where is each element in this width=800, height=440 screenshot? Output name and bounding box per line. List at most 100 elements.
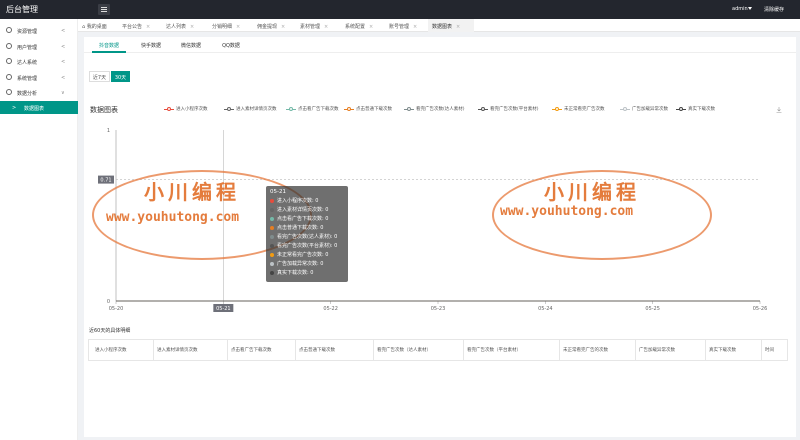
table-column-divider bbox=[373, 340, 374, 360]
folder-icon bbox=[6, 27, 12, 33]
table-column-divider bbox=[635, 340, 636, 360]
tab-withdraw[interactable]: 佣金提现 × bbox=[257, 19, 301, 32]
sidebar-item-system[interactable]: 系统管理 < bbox=[0, 71, 78, 84]
tab-materials[interactable]: 素材管理 × bbox=[300, 19, 344, 32]
tooltip-row-label: 广告加载异常次数: 0 bbox=[277, 261, 324, 267]
app-title: 后台管理 bbox=[6, 5, 38, 14]
watermark-text-cn: 小川编程 bbox=[144, 180, 240, 204]
watermark-text-en: www.youhutong.com bbox=[106, 210, 240, 225]
close-icon[interactable]: × bbox=[413, 24, 417, 30]
download-icon[interactable] bbox=[776, 107, 782, 113]
watermark-text-cn: 小川编程 bbox=[544, 180, 640, 204]
legend-label: 进入素材详情页次数 bbox=[236, 107, 277, 112]
series-color-dot bbox=[270, 253, 274, 257]
tab-wechat[interactable]: 微信数据 bbox=[176, 37, 206, 53]
range-7-days-button[interactable]: 近7天 bbox=[89, 71, 110, 82]
tooltip-row: 真实下载次数: 0 bbox=[270, 269, 344, 278]
close-icon[interactable]: × bbox=[456, 24, 460, 30]
close-icon[interactable]: × bbox=[236, 24, 240, 30]
tab-system-config[interactable]: 系统配置 × bbox=[345, 19, 389, 32]
chevron-left-icon: < bbox=[61, 28, 66, 34]
tab-qq[interactable]: QQ数据 bbox=[216, 37, 246, 53]
x-tick-label: 05-24 bbox=[538, 306, 553, 312]
sidebar-item-label: 达人系统 bbox=[17, 60, 38, 66]
sidebar-item-label: 资源管理 bbox=[17, 29, 38, 35]
user-icon bbox=[6, 58, 12, 64]
close-icon[interactable]: × bbox=[281, 24, 285, 30]
chart-tooltip: 05-21 进入小程序次数: 0 进入素材详情页次数: 0 点击看广告下载次数: 0… bbox=[266, 186, 348, 282]
tooltip-row: 点击看广告下载次数: 0 bbox=[270, 215, 344, 224]
hamburger-icon-line bbox=[101, 9, 107, 10]
tooltip-date: 05-21 bbox=[270, 189, 286, 195]
sidebar-item-label: 用户管理 bbox=[17, 45, 38, 51]
close-icon[interactable]: × bbox=[369, 24, 373, 30]
y-tick-label: 0 bbox=[107, 299, 110, 305]
series-color-dot bbox=[270, 226, 274, 230]
legend-label: 看完广告次数(平台素材) bbox=[490, 107, 539, 112]
platform-tabs: 抖音数据 快手数据 微信数据 QQ数据 bbox=[84, 37, 796, 53]
tab-desktop[interactable]: ⌂ 我的桌面 bbox=[82, 19, 122, 32]
table-header-cell: 未正常看完广告的次数 bbox=[563, 348, 608, 353]
home-icon: ⌂ bbox=[82, 24, 86, 30]
sidebar-item-analytics[interactable]: 数据分析 ∨ bbox=[0, 86, 78, 99]
sidebar-item-talent[interactable]: 达人系统 < bbox=[0, 55, 78, 68]
user-menu[interactable]: admin bbox=[732, 6, 748, 12]
sidebar-item-users[interactable]: 用户管理 < bbox=[0, 40, 78, 53]
sidebar-item-label: 数据分析 bbox=[17, 91, 38, 97]
table-header-cell: 看完广告次数（达人素材） bbox=[377, 348, 431, 353]
legend-marker bbox=[407, 107, 411, 111]
chevron-left-icon: < bbox=[61, 44, 66, 50]
tab-label: 我的桌面 bbox=[86, 24, 107, 30]
tab-label: 系统配置 bbox=[345, 24, 366, 30]
chevron-left-icon: < bbox=[61, 75, 66, 81]
legend-label: 看完广告次数(达人素材) bbox=[416, 107, 465, 112]
top-bar: 后台管理 admin 清除缓存 bbox=[0, 0, 800, 19]
x-tick-label: 05-25 bbox=[645, 306, 660, 312]
legend-label: 广告加载异常次数 bbox=[632, 107, 668, 112]
legend-label: 点击看广告下载次数 bbox=[298, 107, 339, 112]
table-column-divider bbox=[705, 340, 706, 360]
table-caption: 近60天的具体明细 bbox=[89, 328, 131, 334]
hamburger-icon-line bbox=[101, 11, 107, 12]
sidebar-item-resources[interactable]: 资源管理 < bbox=[0, 24, 78, 37]
tab-announcement[interactable]: 平台公告 × bbox=[122, 19, 166, 32]
tab-talent-list[interactable]: 达人列表 × bbox=[166, 19, 210, 32]
legend-marker bbox=[227, 107, 231, 111]
table-header-cell: 点击看广告下载次数 bbox=[231, 348, 272, 353]
close-icon[interactable]: × bbox=[190, 24, 194, 30]
tab-kuaishou[interactable]: 快手数据 bbox=[136, 37, 166, 53]
series-color-dot bbox=[270, 271, 274, 275]
tab-accounts[interactable]: 账号管理 × bbox=[389, 19, 433, 32]
close-icon[interactable]: × bbox=[324, 24, 328, 30]
table-column-divider bbox=[153, 340, 154, 360]
tab-douyin[interactable]: 抖音数据 bbox=[92, 37, 126, 53]
chevron-left-icon: < bbox=[61, 59, 66, 65]
gear-icon bbox=[6, 43, 12, 49]
table-column-divider bbox=[559, 340, 560, 360]
clear-cache-link[interactable]: 清除缓存 bbox=[764, 6, 784, 13]
legend-marker bbox=[623, 107, 627, 111]
menu-toggle-button[interactable] bbox=[98, 4, 110, 15]
table-header-cell: 时间 bbox=[765, 348, 774, 353]
x-tick-label: 05-26 bbox=[753, 306, 768, 312]
tab-data-charts[interactable]: 数据图表 × bbox=[428, 19, 474, 32]
tooltip-row-label: 看完广告次数(平台素材): 0 bbox=[277, 243, 338, 249]
tooltip-row-label: 真实下载次数: 0 bbox=[277, 270, 314, 276]
table-column-divider bbox=[761, 340, 762, 360]
series-color-dot bbox=[270, 199, 274, 203]
close-icon[interactable]: × bbox=[146, 24, 150, 30]
range-30-days-button[interactable]: 30天 bbox=[111, 71, 130, 82]
tab-distribution[interactable]: 分销明细 × bbox=[212, 19, 256, 32]
series-color-dot bbox=[270, 262, 274, 266]
caret-down-icon[interactable] bbox=[748, 7, 752, 10]
table-column-divider bbox=[295, 340, 296, 360]
chevron-right-icon: > bbox=[12, 105, 17, 111]
x-tick-label: 05-21 bbox=[216, 306, 231, 312]
sidebar-subitem-data-charts[interactable]: > 数据图表 bbox=[0, 101, 78, 114]
table-header-cell: 进入小程序次数 bbox=[95, 348, 127, 353]
settings-icon bbox=[6, 74, 12, 80]
legend-label: 点击普通下载次数 bbox=[356, 107, 392, 112]
legend-label: 未正常看完广告次数 bbox=[564, 107, 605, 112]
tooltip-row-label: 点击看广告下载次数: 0 bbox=[277, 216, 329, 222]
tooltip-row: 未正常看完广告次数: 0 bbox=[270, 251, 344, 260]
